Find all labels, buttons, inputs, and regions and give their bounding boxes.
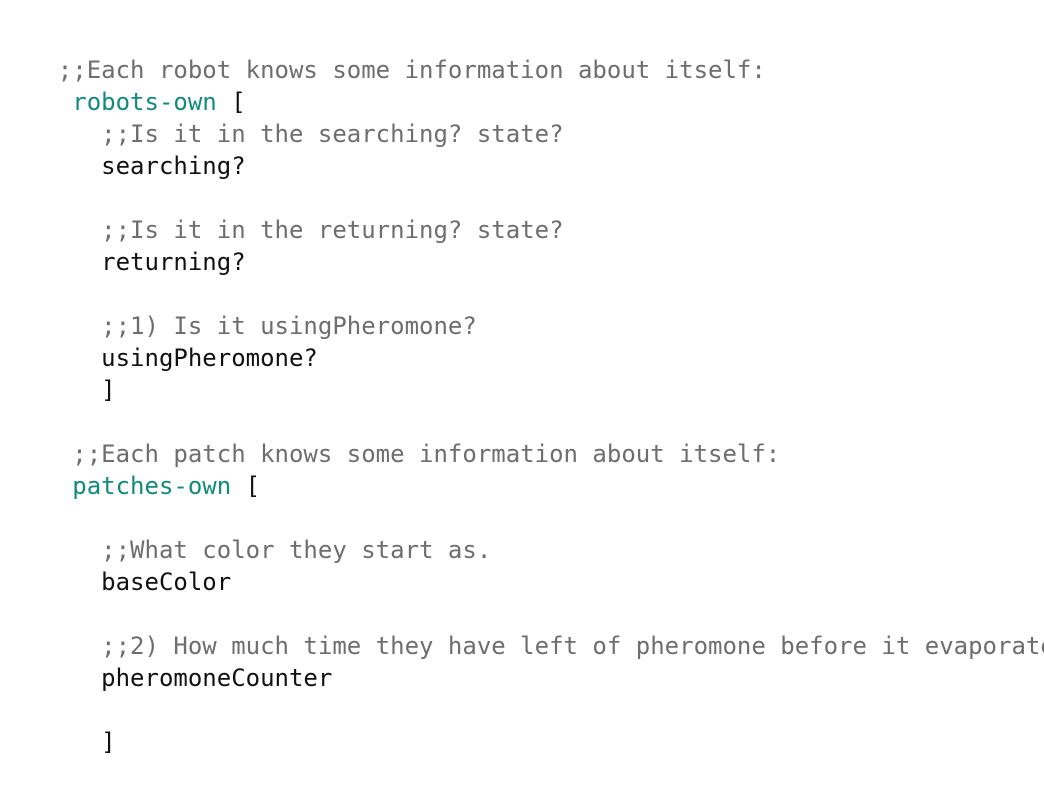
code-keyword: patches-own <box>57 472 232 500</box>
code-line: returning? <box>0 214 246 276</box>
code-variable: returning? <box>57 248 246 276</box>
code-editor[interactable]: ;;Each robot knows some information abou… <box>0 0 1044 796</box>
code-line: ;;Is it in the returning? state? <box>0 182 563 244</box>
code-variable: baseColor <box>57 568 232 596</box>
code-bracket: ] <box>57 728 116 756</box>
code-line: usingPheromone? <box>0 310 318 372</box>
code-line: ;;Each patch knows some information abou… <box>0 406 780 468</box>
code-line: patches-own [ <box>0 438 260 500</box>
code-bracket: ] <box>57 376 116 404</box>
code-line: baseColor <box>0 534 231 596</box>
code-line: ;;1) Is it usingPheromone? <box>0 278 477 340</box>
code-variable: pheromoneCounter <box>57 664 333 692</box>
code-line: robots-own [ <box>0 54 245 116</box>
code-variable: searching? <box>57 152 246 180</box>
code-line: ;;2) How much time they have left of phe… <box>0 598 1044 660</box>
code-line: pheromoneCounter <box>0 630 332 692</box>
code-bracket: [ <box>231 472 261 500</box>
code-line: ] <box>0 694 115 756</box>
code-line: ;;What color they start as. <box>0 502 491 564</box>
code-line: ] <box>0 342 115 404</box>
code-line: ;;Is it in the searching? state? <box>0 86 563 148</box>
code-line: searching? <box>0 118 246 180</box>
code-line: ;;Each robot knows some information abou… <box>0 22 766 84</box>
